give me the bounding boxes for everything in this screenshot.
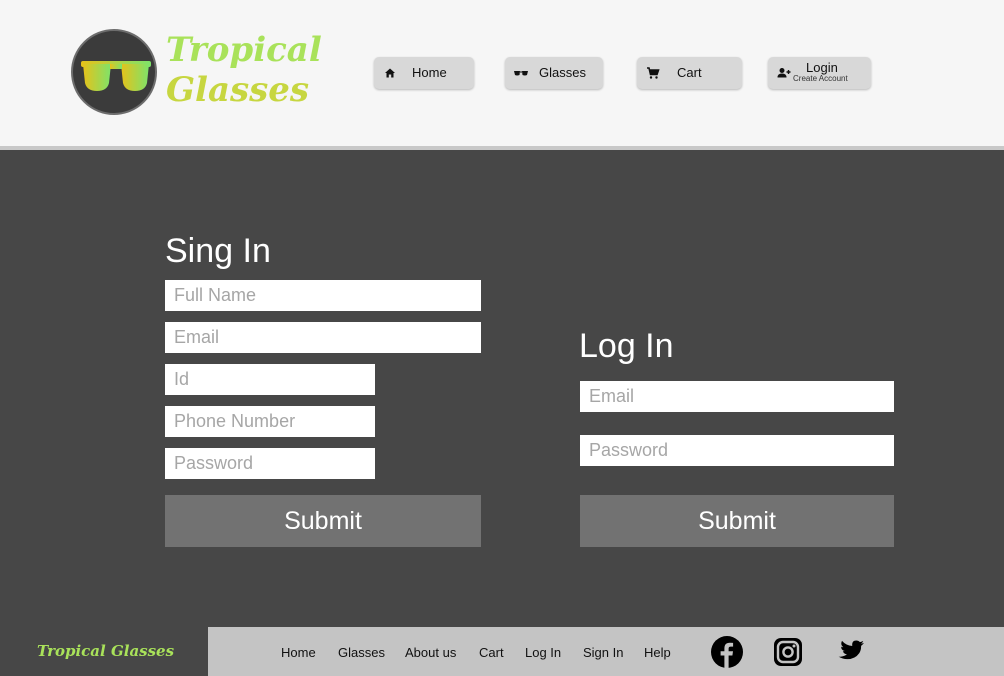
- nav-home-button[interactable]: Home: [374, 57, 474, 89]
- footer-link-cart[interactable]: Cart: [479, 645, 504, 660]
- nav-home-label: Home: [412, 65, 447, 80]
- signin-id-input[interactable]: [165, 364, 375, 395]
- brand-line-2: Glasses: [166, 70, 310, 110]
- site-header: Tropical Glasses Home Glasses Cart Login…: [0, 0, 1004, 150]
- instagram-icon[interactable]: [774, 638, 802, 666]
- signin-email-input[interactable]: [165, 322, 481, 353]
- nav-login-label: Login: [806, 60, 838, 75]
- brand-line-1: Tropical: [166, 30, 322, 70]
- nav-cart-label: Cart: [677, 65, 702, 80]
- site-footer: Tropical Glasses Home Glasses About us C…: [0, 627, 1004, 676]
- footer-link-home[interactable]: Home: [281, 645, 316, 660]
- home-icon: [382, 65, 398, 81]
- cart-icon: [645, 65, 661, 81]
- footer-link-login[interactable]: Log In: [525, 645, 561, 660]
- nav-create-account-label: Create Account: [793, 74, 848, 83]
- footer-link-about[interactable]: About us: [405, 645, 456, 660]
- login-submit-button[interactable]: Submit: [580, 495, 894, 547]
- facebook-icon[interactable]: [711, 636, 743, 668]
- signin-password-input[interactable]: [165, 448, 375, 479]
- signin-phone-input[interactable]: [165, 406, 375, 437]
- add-user-icon: [776, 65, 792, 81]
- footer-link-glasses[interactable]: Glasses: [338, 645, 385, 660]
- brand-logo-text[interactable]: Tropical Glasses: [166, 30, 322, 110]
- nav-cart-button[interactable]: Cart: [637, 57, 742, 89]
- signin-fullname-input[interactable]: [165, 280, 481, 311]
- signin-title: Sing In: [165, 232, 271, 270]
- login-title: Log In: [579, 327, 674, 365]
- logo-sunglasses-icon[interactable]: [71, 29, 157, 115]
- footer-link-signin[interactable]: Sign In: [583, 645, 623, 660]
- footer-brand-text: Tropical Glasses: [37, 642, 175, 660]
- nav-glasses-button[interactable]: Glasses: [505, 57, 603, 89]
- footer-link-help[interactable]: Help: [644, 645, 671, 660]
- login-password-input[interactable]: [580, 435, 894, 466]
- footer-brand[interactable]: Tropical Glasses: [0, 627, 208, 676]
- sunglasses-icon: [513, 65, 529, 81]
- nav-login-button[interactable]: Login Create Account: [768, 57, 871, 89]
- nav-glasses-label: Glasses: [539, 65, 586, 80]
- login-email-input[interactable]: [580, 381, 894, 412]
- twitter-icon[interactable]: [835, 639, 864, 665]
- signin-submit-button[interactable]: Submit: [165, 495, 481, 547]
